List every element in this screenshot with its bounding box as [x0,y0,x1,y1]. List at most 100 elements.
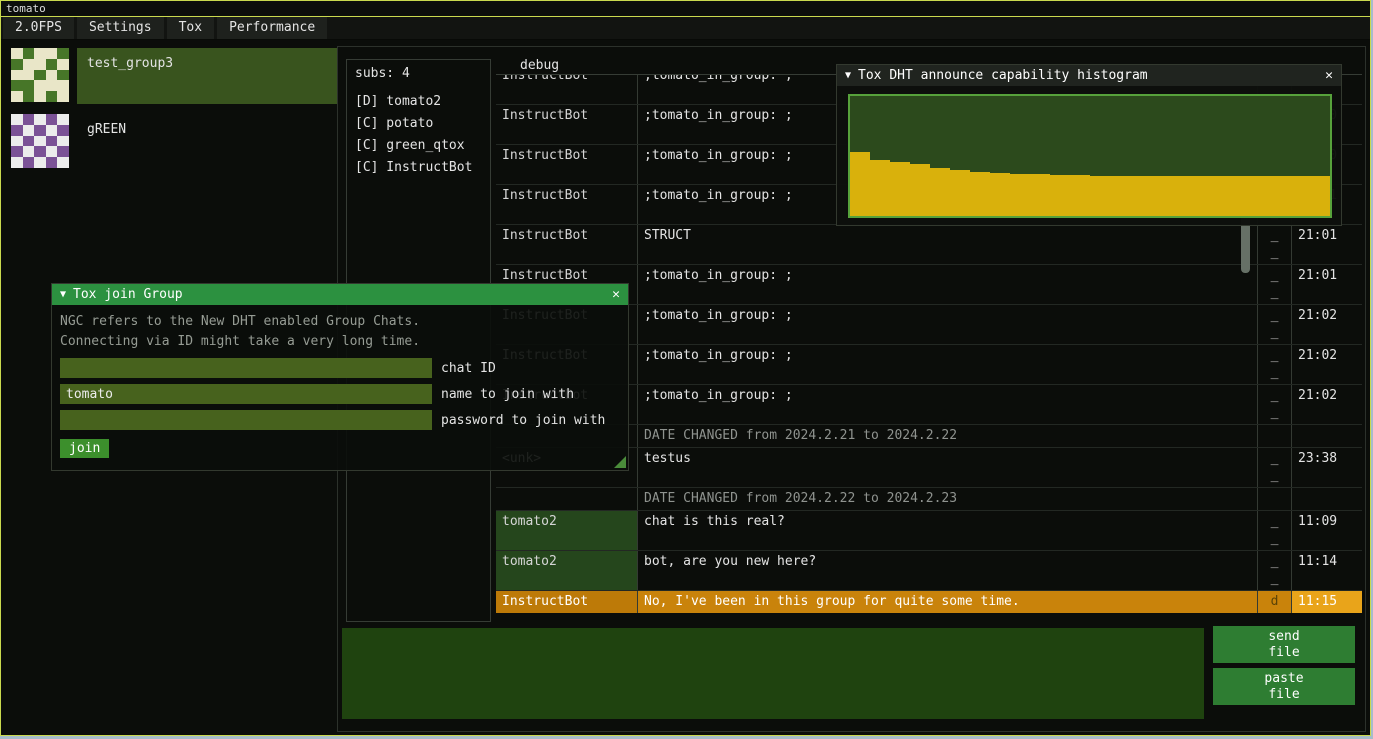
message-time: 21:02 [1292,305,1362,344]
message-text: testus [638,448,1258,487]
histogram-bar [1090,176,1110,216]
window-title: tomato [6,2,46,15]
histogram-bar [890,162,910,216]
message-status [1258,425,1292,447]
tab-debug[interactable]: debug [520,58,559,73]
message-status [1258,488,1292,510]
group-name: gREEN [87,122,126,137]
send-file-button[interactable]: send file [1213,626,1355,663]
message-text: DATE CHANGED from 2024.2.22 to 2024.2.23 [638,488,1258,510]
message-row[interactable]: InstructBotNo, I've been in this group f… [496,590,1362,613]
message-sender: InstructBot [496,591,638,613]
sub-item[interactable]: [C] InstructBot [347,157,490,179]
subs-count: subs: 4 [347,66,490,91]
dht-histogram-titlebar[interactable]: ▼ Tox DHT announce capability histogram … [837,65,1341,86]
close-icon[interactable]: ✕ [1325,68,1333,83]
message-row[interactable]: tomato2bot, are you new here?_ _11:14 [496,550,1362,590]
histogram-bar [1110,176,1130,216]
message-time [1292,425,1362,447]
sub-item[interactable]: [C] green_qtox [347,135,490,157]
message-sender: InstructBot [496,185,638,224]
message-text: No, I've been in this group for quite so… [638,591,1258,613]
dht-histogram-title: Tox DHT announce capability histogram [858,68,1148,83]
histogram-bar [1150,176,1170,216]
fps-counter: 2.0FPS [3,17,74,39]
histogram-bar [930,168,950,216]
histogram-bar [910,164,930,216]
message-sender: InstructBot [496,105,638,144]
message-text: ;tomato_in_group: ; [638,305,1258,344]
resize-grip[interactable] [614,456,626,468]
histogram-bar [1310,176,1330,216]
message-status: _ _ [1258,305,1292,344]
message-time: 23:38 [1292,448,1362,487]
message-time: 11:15 [1292,591,1362,613]
message-input[interactable] [342,628,1204,719]
subs-list: [D] tomato2[C] potato[C] green_qtox[C] I… [347,91,490,179]
collapse-arrow-icon[interactable]: ▼ [60,289,66,300]
message-text: chat is this real? [638,511,1258,550]
histogram-bar [1270,176,1290,216]
message-sender: InstructBot [496,75,638,104]
message-row[interactable]: InstructBotSTRUCT_ _21:01 [496,224,1362,264]
sub-item[interactable]: [D] tomato2 [347,91,490,113]
message-text: ;tomato_in_group: ; [638,265,1258,304]
histogram-bar [1070,175,1090,216]
group-item-gREEN[interactable]: gREEN [7,114,337,170]
message-sender: tomato2 [496,551,638,590]
join-group-body: NGC refers to the New DHT enabled Group … [52,305,628,465]
histogram-bar [1250,176,1270,216]
message-time: 11:14 [1292,551,1362,590]
menu-bar: 2.0FPS SettingsToxPerformance [1,17,1370,40]
message-sender: InstructBot [496,225,638,264]
join-description-line2: Connecting via ID might take a very long… [60,332,620,352]
message-status: _ _ [1258,225,1292,264]
join-fields: chat IDname to join withpassword to join… [60,358,620,430]
message-row[interactable]: tomato2chat is this real?_ _11:09 [496,510,1362,550]
histogram-plot [848,94,1332,218]
message-time: 11:09 [1292,511,1362,550]
collapse-arrow-icon[interactable]: ▼ [845,70,851,81]
group-avatar-icon [11,114,69,168]
close-icon[interactable]: ✕ [612,287,620,302]
join-group-title: Tox join Group [73,287,183,302]
message-text: DATE CHANGED from 2024.2.21 to 2024.2.22 [638,425,1258,447]
window-titlebar[interactable]: tomato [1,1,1370,17]
join-group-window: ▼ Tox join Group ✕ NGC refers to the New… [51,283,629,471]
message-text: STRUCT [638,225,1258,264]
join-description-line1: NGC refers to the New DHT enabled Group … [60,312,620,332]
message-time: 21:02 [1292,385,1362,424]
name-to-join-with-input[interactable] [60,384,432,404]
join-button[interactable]: join [60,439,109,458]
field-label: name to join with [441,387,574,402]
date-separator-row[interactable]: DATE CHANGED from 2024.2.22 to 2024.2.23 [496,487,1362,510]
menu-items: SettingsToxPerformance [77,17,327,39]
chat-ID-input[interactable] [60,358,432,378]
menu-item-performance[interactable]: Performance [217,17,327,39]
paste-file-button[interactable]: paste file [1213,668,1355,705]
menu-item-settings[interactable]: Settings [77,17,164,39]
join-group-titlebar[interactable]: ▼ Tox join Group ✕ [52,284,628,305]
histogram-bar [1050,175,1070,216]
group-name: test_group3 [87,56,173,71]
histogram-bar [1130,176,1150,216]
message-status: _ _ [1258,345,1292,384]
histogram-bar [1170,176,1190,216]
histogram-bar [1010,174,1030,216]
menu-item-tox[interactable]: Tox [167,17,214,39]
message-time: 21:01 [1292,265,1362,304]
message-status: _ _ [1258,511,1292,550]
message-text: ;tomato_in_group: ; [638,345,1258,384]
histogram-bar [1290,176,1310,216]
histogram-bar [870,160,890,216]
message-status: _ _ [1258,551,1292,590]
histogram-bar [1230,176,1250,216]
message-sender: tomato2 [496,511,638,550]
group-item-test_group3[interactable]: test_group3 [7,48,337,104]
histogram-bar [970,172,990,216]
histogram-bar [1190,176,1210,216]
message-text: bot, are you new here? [638,551,1258,590]
password-to-join-with-input[interactable] [60,410,432,430]
histogram-bar [950,170,970,216]
sub-item[interactable]: [C] potato [347,113,490,135]
